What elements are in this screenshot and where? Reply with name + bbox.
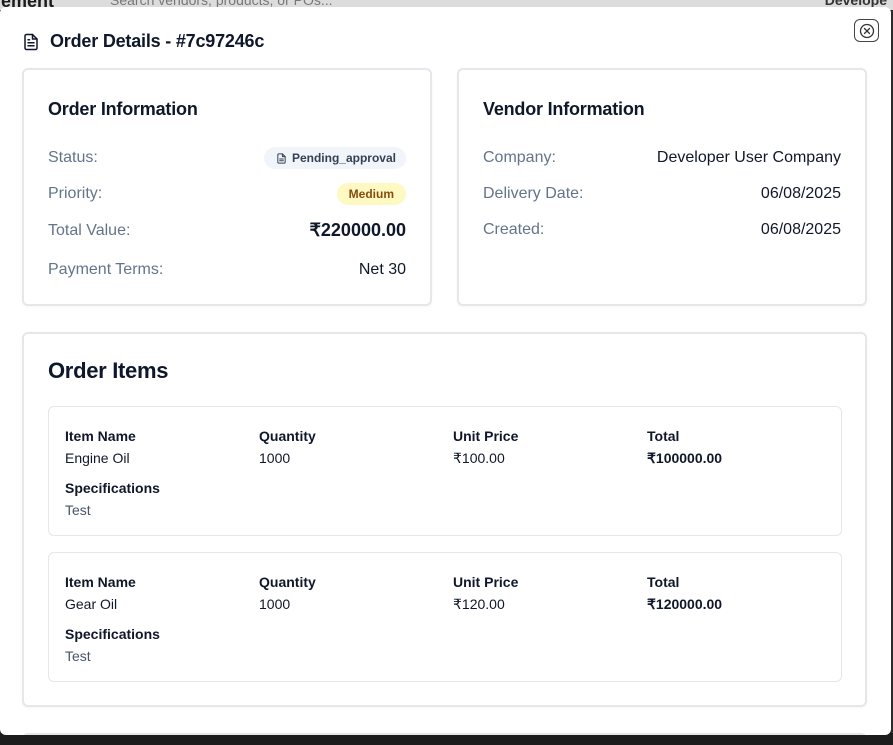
item-name-label: Item Name: [65, 574, 136, 590]
item-total-field: Total ₹100000.00: [647, 428, 722, 467]
delivery-date-label: Delivery Date:: [483, 185, 584, 202]
total-value-row: Total Value: ₹220000.00: [48, 220, 406, 241]
item-name-value: Engine Oil: [65, 450, 130, 466]
item-unit-price-label: Unit Price: [453, 574, 519, 590]
item-unit-price-value: ₹120.00: [453, 596, 505, 612]
company-value: Developer User Company: [656, 149, 841, 166]
order-item: Item Name Gear Oil Quantity 1000 Unit Pr…: [48, 552, 842, 682]
status-row: Status: Pending_approval: [48, 147, 406, 169]
modal-header: Order Details - #7c97246c: [22, 31, 264, 52]
order-items-card: Order Items Item Name Engine Oil Quantit…: [22, 332, 867, 707]
created-value: 06/08/2025: [760, 221, 841, 238]
payment-terms-label: Payment Terms:: [48, 261, 164, 278]
item-unit-price-value: ₹100.00: [453, 450, 505, 466]
order-details-modal: Order Details - #7c97246c Order Informat…: [0, 7, 891, 735]
item-specifications-label: Specifications: [65, 626, 160, 642]
item-name-label: Item Name: [65, 428, 136, 444]
item-quantity-field: Quantity 1000: [259, 574, 316, 612]
vendor-information-card: Vendor Information Company: Developer Us…: [457, 68, 867, 306]
item-total-field: Total ₹120000.00: [647, 574, 722, 613]
item-total-label: Total: [647, 428, 680, 444]
item-quantity-label: Quantity: [259, 428, 316, 444]
payment-terms-value: Net 30: [358, 261, 406, 278]
item-total-label: Total: [647, 574, 680, 590]
item-quantity-value: 1000: [259, 450, 291, 466]
item-quantity-label: Quantity: [259, 574, 316, 590]
priority-badge: Medium: [336, 183, 406, 205]
close-icon: [859, 23, 875, 39]
item-name-field: Item Name Gear Oil: [65, 574, 136, 612]
delivery-date-value: 06/08/2025: [760, 185, 841, 202]
item-unit-price-field: Unit Price ₹100.00: [453, 428, 518, 467]
company-label: Company:: [483, 149, 556, 166]
item-name-field: Item Name Engine Oil: [65, 428, 136, 466]
item-unit-price-label: Unit Price: [453, 428, 519, 444]
order-items-heading: Order Items: [48, 358, 169, 383]
modal-title: Order Details - #7c97246c: [50, 31, 265, 51]
payment-terms-row: Payment Terms: Net 30: [48, 261, 406, 279]
item-quantity-value: 1000: [259, 596, 291, 612]
item-specifications-value: Test: [65, 502, 91, 518]
close-button[interactable]: [854, 19, 879, 42]
item-specifications-label: Specifications: [65, 480, 160, 496]
item-specifications-field: Specifications Test: [65, 626, 160, 664]
item-total-value: ₹120000.00: [647, 596, 723, 612]
item-total-value: ₹100000.00: [647, 450, 723, 466]
item-quantity-field: Quantity 1000: [259, 428, 316, 466]
delivery-date-row: Delivery Date: 06/08/2025: [483, 185, 841, 203]
item-name-value: Gear Oil: [65, 596, 118, 612]
vendor-information-heading: Vendor Information: [483, 99, 645, 119]
order-item: Item Name Engine Oil Quantity 1000 Unit …: [48, 406, 842, 536]
company-row: Company: Developer User Company: [483, 149, 841, 167]
item-specifications-field: Specifications Test: [65, 480, 160, 518]
document-icon: [22, 33, 40, 51]
priority-row: Priority: Medium: [48, 183, 406, 205]
item-unit-price-field: Unit Price ₹120.00: [453, 574, 518, 613]
created-label: Created:: [483, 221, 545, 238]
status-badge: Pending_approval: [263, 147, 406, 169]
total-value-label: Total Value:: [48, 221, 131, 239]
order-information-heading: Order Information: [48, 99, 198, 119]
priority-label: Priority:: [48, 185, 103, 202]
total-value: ₹220000.00: [309, 220, 406, 240]
status-badge-text: Pending_approval: [291, 151, 396, 165]
item-specifications-value: Test: [65, 648, 91, 664]
document-icon: [276, 152, 287, 164]
order-information-card: Order Information Status: Pending_approv…: [22, 68, 432, 306]
created-row: Created: 06/08/2025: [483, 221, 841, 239]
next-section-card: [22, 733, 867, 735]
status-label: Status:: [48, 149, 98, 166]
